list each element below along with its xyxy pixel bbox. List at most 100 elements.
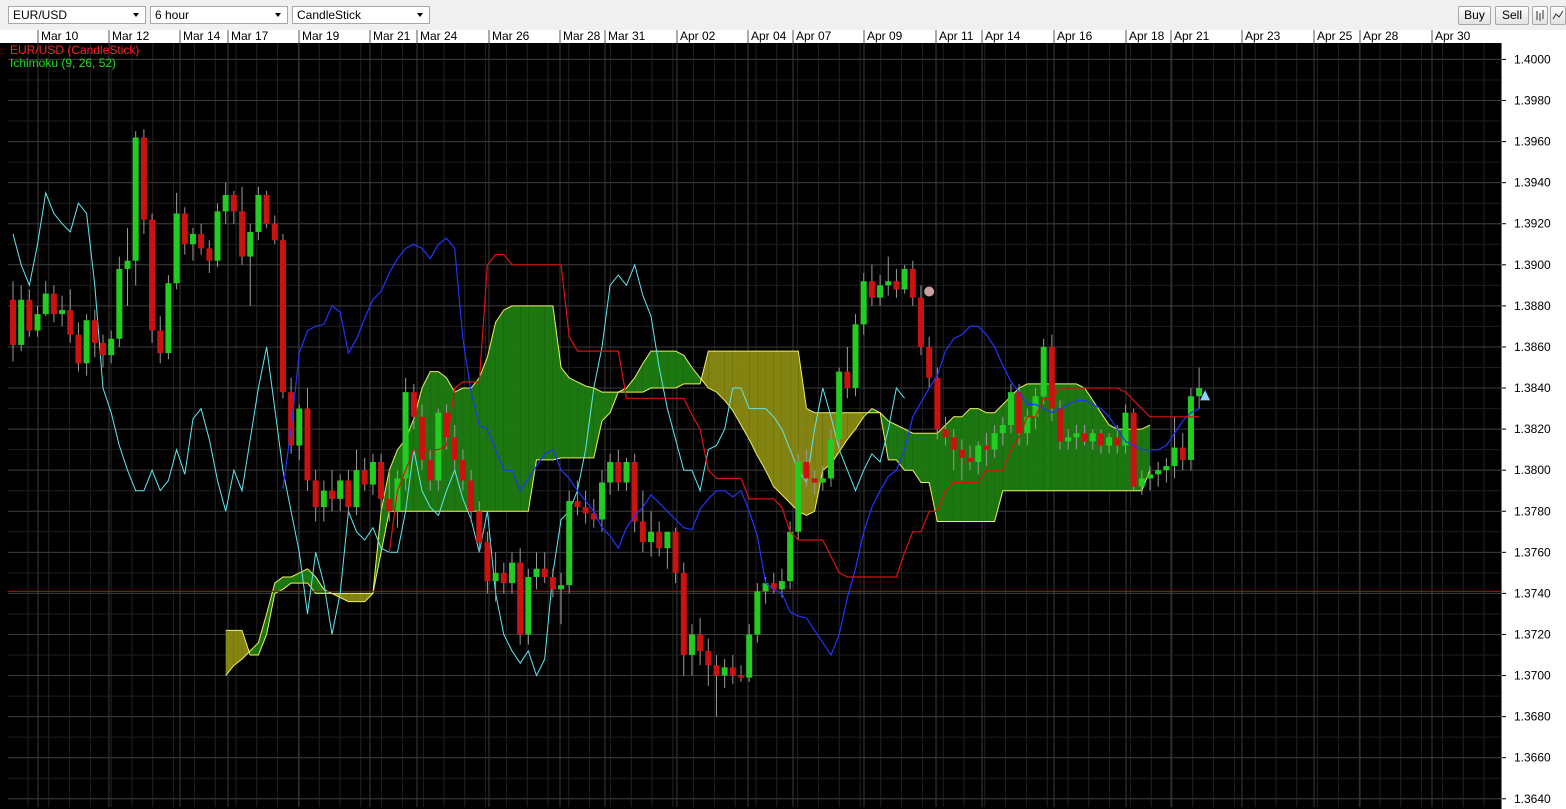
x-tick-label: Apr 07 [796,30,832,43]
ichimoku-cloud-segment [675,351,684,389]
candle-up [108,338,115,356]
chart-style-value: CandleStick [297,8,362,22]
candle-down [451,437,458,460]
chart-style-select[interactable]: CandleStick [292,6,430,24]
candle-down [50,293,57,315]
buy-button[interactable]: Buy [1458,6,1491,25]
x-tick-label: Mar 10 [41,30,79,43]
symbol-value: EUR/USD [13,8,68,22]
candle-down [263,194,270,224]
candlestick-chart[interactable]: 1.4000 1.3980 1.3960 1.3940 1.3920 1.3900 1.38… [0,30,1566,809]
chevron-down-icon[interactable] [413,9,427,21]
candle-up [1171,447,1178,467]
candle-down [149,219,156,331]
candle-up [999,425,1006,434]
candle-up [214,211,221,261]
candle-down [459,459,466,481]
x-tick-label: Apr 23 [1245,30,1281,43]
x-tick-label: Mar 31 [608,30,646,43]
candle-down [206,248,213,261]
candle-up [901,268,908,290]
ichimoku-cloud-segment [961,408,971,522]
candle-up [598,482,605,520]
candle-up [885,281,892,286]
indicator-icon[interactable] [1550,6,1566,25]
x-tick-label: Apr 14 [985,30,1021,43]
ichimoku-cloud-segment [348,593,357,602]
candle-down [672,531,679,573]
y-tick-label: 1.3660 [1514,751,1551,765]
candle-up [492,572,499,582]
candle-up [435,412,442,481]
bar-chart-icon[interactable] [1532,6,1548,25]
candle-up [222,194,229,212]
candle-down [844,371,851,389]
candle-up [59,309,66,315]
ichimoku-cloud-segment [503,305,512,512]
candle-up [754,591,761,635]
symbol-select[interactable]: EUR/USD [8,6,146,24]
interval-select[interactable]: 6 hour [150,6,288,24]
y-tick-label: 1.3840 [1514,381,1551,395]
x-tick-label: Apr 21 [1174,30,1210,43]
y-tick-label: 1.3800 [1514,463,1551,477]
x-tick-label: Apr 02 [680,30,716,43]
candle-up [975,445,982,462]
candle-up [778,581,785,590]
candle-down [942,429,949,438]
candle-down [574,500,581,508]
candle-up [1163,466,1170,471]
candle-up [787,531,794,582]
candle-down [271,223,278,241]
x-tick-label: Mar 14 [183,30,221,43]
candle-up [819,478,826,483]
candle-down [680,572,687,656]
y-tick-label: 1.3780 [1514,504,1551,518]
candle-down [983,445,990,450]
candle-up [1187,396,1194,460]
candle-down [729,667,736,676]
candle-up [1196,388,1203,397]
candle-down [239,211,246,257]
y-tick-label: 1.3820 [1514,422,1551,436]
x-tick-label: Mar 17 [231,30,269,43]
x-tick-label: Apr 09 [867,30,903,43]
ichimoku-cloud-segment [1109,425,1118,491]
candle-down [541,568,548,577]
candle-down [934,377,941,430]
candle-down [713,665,720,676]
chevron-down-icon[interactable] [271,9,285,21]
candle-down [99,342,106,356]
candle-up [83,320,90,364]
ichimoku-cloud-segment [536,305,545,460]
sell-button[interactable]: Sell [1495,6,1529,25]
candle-down [517,562,524,635]
ichimoku-cloud-segment [708,351,717,393]
y-tick-label: 1.3760 [1514,545,1551,559]
y-tick-label: 1.3640 [1514,792,1551,806]
candle-up [664,531,671,549]
ichimoku-cloud-segment [544,305,553,460]
candle-down [705,650,712,666]
ichimoku-cloud-segment [659,351,668,389]
ichimoku-cloud-segment [953,416,962,522]
ichimoku-cloud-segment [978,408,987,522]
candle-down [738,675,745,678]
candle-down [615,461,622,483]
candle-down [427,459,434,481]
x-tick-label: Mar 26 [492,30,530,43]
candle-down [1048,346,1055,409]
candle-up [337,480,344,499]
y-tick-label: 1.3740 [1514,586,1551,600]
candle-down [312,480,319,508]
candle-down [181,213,188,245]
candle-up [320,490,327,508]
candle-up [746,634,753,678]
candle-down [1114,437,1121,446]
candle-down [288,392,295,446]
chevron-down-icon[interactable] [129,9,143,21]
candle-up [165,283,172,354]
y-tick-label: 1.3940 [1514,176,1551,190]
y-tick-label: 1.3880 [1514,299,1551,313]
y-tick-label: 1.3680 [1514,710,1551,724]
